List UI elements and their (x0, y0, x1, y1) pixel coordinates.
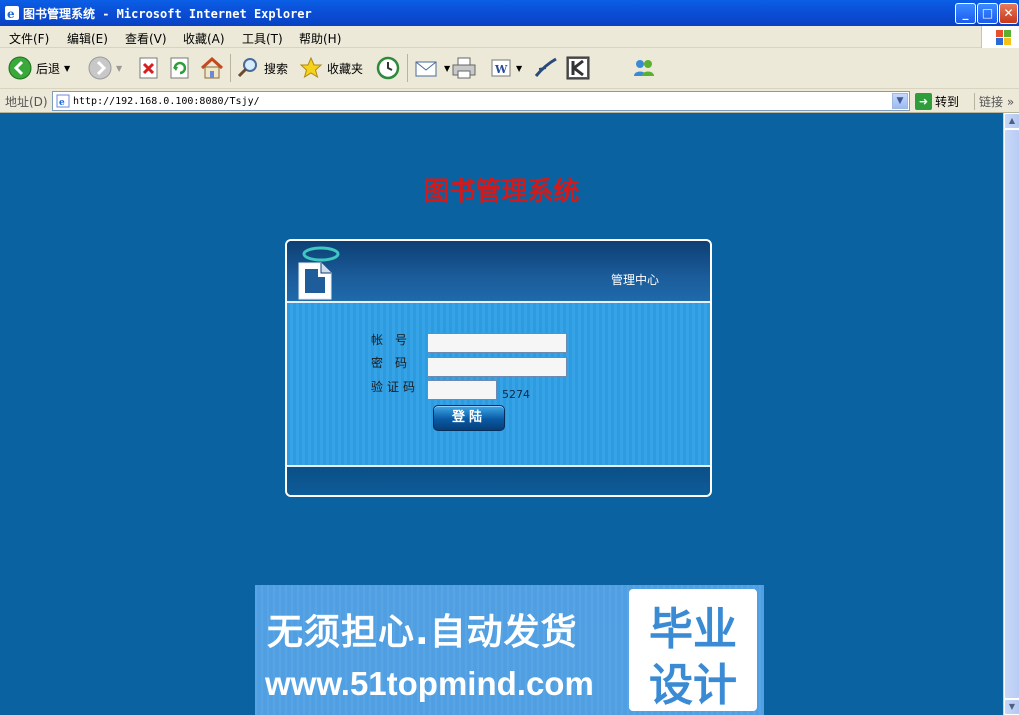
msn-people-icon (634, 60, 654, 76)
login-header: 管理中心 (287, 241, 710, 303)
menu-file[interactable]: 文件(F) (9, 30, 49, 47)
svg-text:W: W (494, 63, 508, 76)
links-button[interactable]: 链接 » (974, 93, 1014, 110)
login-button[interactable]: 登陆 (433, 405, 505, 431)
management-center-label: 管理中心 (611, 273, 660, 287)
toolbar-separator (407, 54, 408, 82)
back-arrow-icon (8, 56, 32, 80)
go-label: 转到 (935, 94, 960, 109)
pen-icon (534, 57, 557, 77)
document-halo-icon (298, 246, 340, 300)
account-input[interactable] (427, 333, 567, 353)
home-icon (200, 56, 224, 79)
word-edit-icon: W (491, 59, 511, 77)
toolbar: 后退 ▼ ▼ 搜索 收藏夹 ▼ W ▼ (0, 48, 1019, 89)
maximize-button[interactable]: □ (977, 3, 998, 24)
menu-edit[interactable]: 编辑(E) (67, 30, 108, 47)
ad-banner[interactable]: 无须担心.自动发货 www.51topmind.com 毕业 设计 (255, 585, 764, 715)
refresh-button[interactable] (169, 54, 191, 82)
stop-icon (139, 57, 158, 79)
login-form: 帐 号 密 码 验证码 5274 登陆 (287, 303, 710, 465)
history-button[interactable] (375, 54, 401, 82)
k-tool-icon (566, 56, 590, 80)
favorites-button[interactable]: 收藏夹 (299, 54, 363, 82)
forward-dropdown-icon[interactable]: ▼ (116, 64, 122, 73)
url-input[interactable] (73, 93, 883, 109)
menu-bar: 文件(F) 编辑(E) 查看(V) 收藏(A) 工具(T) 帮助(H) (0, 26, 1019, 48)
go-button[interactable]: ➜ 转到 (915, 91, 959, 111)
mail-button[interactable]: ▼ (414, 54, 450, 82)
banner-url: www.51topmind.com (265, 665, 594, 702)
star-icon (299, 56, 323, 79)
minimize-button[interactable]: _ (955, 3, 976, 24)
back-dropdown-icon[interactable]: ▼ (64, 64, 70, 73)
home-button[interactable] (199, 54, 225, 82)
login-panel: 管理中心 帐 号 密 码 验证码 5274 登陆 (285, 239, 712, 497)
scroll-thumb[interactable] (1004, 129, 1019, 699)
badge-line-2: 设计 (649, 660, 737, 711)
address-label: 地址(D) (5, 95, 48, 109)
scroll-down-icon[interactable]: ▼ (1004, 699, 1019, 715)
print-button[interactable] (451, 54, 477, 82)
account-label: 帐 号 (371, 333, 408, 347)
captcha-code: 5274 (502, 388, 530, 401)
page-title: 图书管理系统 (423, 177, 580, 207)
msn-button[interactable] (631, 54, 657, 82)
windows-logo-icon (981, 26, 1019, 48)
page-icon: e (56, 94, 70, 108)
address-bar: 地址(D) e ▼ ➜ 转到 链接 » (0, 89, 1019, 113)
captcha-label: 验证码 (371, 380, 420, 394)
window-titlebar: e 图书管理系统 - Microsoft Internet Explorer _… (0, 0, 1019, 26)
password-label: 密 码 (371, 356, 408, 370)
menu-favorites[interactable]: 收藏(A) (183, 30, 225, 47)
page-content: 图书管理系统 管理中心 帐 号 密 码 验证码 5274 登陆 无须担心.自动发… (0, 113, 1003, 715)
login-footer (287, 465, 710, 495)
back-button[interactable]: 后退 ▼ (8, 54, 70, 82)
stop-button[interactable] (138, 54, 160, 82)
address-dropdown-icon[interactable]: ▼ (892, 93, 908, 109)
menu-view[interactable]: 查看(V) (125, 30, 167, 47)
menu-help[interactable]: 帮助(H) (299, 30, 341, 47)
refresh-icon (170, 57, 189, 79)
search-button[interactable]: 搜索 (236, 54, 288, 82)
badge-line-1: 毕业 (649, 604, 737, 655)
vertical-scrollbar[interactable]: ▲ ▼ (1003, 113, 1019, 715)
svg-text:e: e (59, 98, 65, 108)
toolbar-separator (230, 54, 231, 82)
svg-text:e: e (7, 7, 15, 21)
banner-badge: 毕业 设计 (629, 589, 757, 711)
history-icon (376, 56, 400, 80)
mail-dropdown-icon[interactable]: ▼ (444, 64, 450, 73)
mail-icon (415, 61, 437, 77)
menu-tools[interactable]: 工具(T) (242, 30, 283, 47)
edit-dropdown-icon[interactable]: ▼ (516, 64, 522, 73)
close-button[interactable]: ✕ (999, 3, 1018, 24)
k-button[interactable] (566, 54, 590, 82)
forward-button[interactable]: ▼ (88, 54, 122, 82)
go-arrow-icon: ➜ (915, 92, 932, 110)
forward-arrow-icon (88, 56, 112, 80)
password-input[interactable] (427, 357, 567, 377)
printer-icon (452, 57, 476, 79)
edit-button[interactable]: W ▼ (490, 54, 522, 82)
address-field[interactable]: e ▼ (52, 91, 910, 111)
messenger-button[interactable] (533, 54, 559, 82)
scroll-up-icon[interactable]: ▲ (1004, 113, 1019, 129)
banner-slogan: 无须担心.自动发货 (267, 612, 578, 653)
ie-icon: e (5, 6, 19, 21)
window-title: 图书管理系统 - Microsoft Internet Explorer (23, 7, 312, 21)
search-icon (237, 58, 257, 78)
captcha-input[interactable] (427, 380, 497, 400)
